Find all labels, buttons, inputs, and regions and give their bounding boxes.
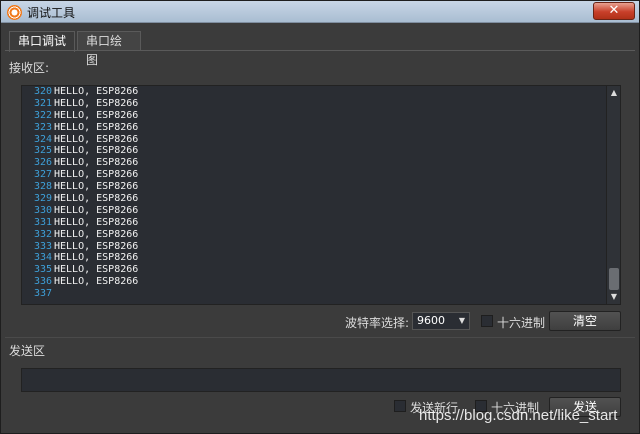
watermark-text: https://blog.csdn.net/like_start bbox=[419, 407, 618, 424]
app-logo-icon bbox=[7, 5, 22, 20]
receive-area-label: 接收区: bbox=[9, 61, 50, 75]
line-number: 325 bbox=[33, 145, 52, 157]
tab-serial-plot[interactable]: 串口绘图 bbox=[77, 31, 141, 67]
send-input[interactable] bbox=[21, 368, 621, 392]
line-text: HELLO, ESP8266 bbox=[54, 204, 139, 216]
scrollbar-thumb[interactable] bbox=[609, 268, 619, 290]
line-number: 320 bbox=[33, 86, 52, 97]
line-text: HELLO, ESP8266 bbox=[54, 109, 139, 121]
line-number: 327 bbox=[33, 169, 52, 181]
scroll-down-arrow-icon[interactable]: ▼ bbox=[608, 291, 620, 303]
receive-lines: 320 HELLO, ESP8266 321 HELLO, ESP8266 322 H… bbox=[24, 86, 138, 300]
line-text: HELLO, ESP8266 bbox=[54, 157, 139, 169]
line-number: 326 bbox=[33, 157, 52, 169]
line-text: HELLO, ESP8266 bbox=[54, 181, 139, 193]
line-text: HELLO, ESP8266 bbox=[54, 121, 139, 133]
clear-button[interactable]: 清空 bbox=[549, 311, 621, 331]
line-number: 337 bbox=[33, 288, 52, 300]
line-text: HELLO, ESP8266 bbox=[54, 216, 139, 228]
receive-line: 327 HELLO, ESP8266 bbox=[24, 169, 138, 181]
receive-line: 333 HELLO, ESP8266 bbox=[24, 241, 138, 253]
line-number: 335 bbox=[33, 264, 52, 276]
receive-line: 321 HELLO, ESP8266 bbox=[24, 98, 138, 110]
line-text: HELLO, ESP8266 bbox=[54, 193, 139, 205]
receive-line: 324 HELLO, ESP8266 bbox=[24, 134, 138, 146]
send-area-label: 发送区 bbox=[9, 344, 46, 358]
line-number: 321 bbox=[33, 97, 52, 109]
scroll-up-arrow-icon[interactable]: ▲ bbox=[608, 87, 620, 99]
tab-panel-divider bbox=[5, 50, 635, 51]
receive-line: 335 HELLO, ESP8266 bbox=[24, 264, 138, 276]
section-divider bbox=[5, 337, 635, 338]
line-number: 329 bbox=[33, 193, 52, 205]
line-text: HELLO, ESP8266 bbox=[54, 276, 139, 288]
receive-line: 320 HELLO, ESP8266 bbox=[24, 86, 138, 98]
receive-line: 332 HELLO, ESP8266 bbox=[24, 229, 138, 241]
line-text: HELLO, ESP8266 bbox=[54, 97, 139, 109]
line-number: 324 bbox=[33, 133, 52, 145]
line-number: 336 bbox=[33, 276, 52, 288]
receive-line: 328 HELLO, ESP8266 bbox=[24, 181, 138, 193]
receive-line: 336 HELLO, ESP8266 bbox=[24, 276, 138, 288]
chevron-down-icon: ▼ bbox=[458, 316, 465, 325]
tab-serial-debug[interactable]: 串口调试 bbox=[9, 31, 75, 52]
hex-receive-checkbox[interactable] bbox=[481, 315, 493, 327]
debug-tool-window: 调试工具 ✕ 串口调试 串口绘图 接收区: 320 HELLO, ESP8266 … bbox=[0, 0, 640, 434]
receive-line: 326 HELLO, ESP8266 bbox=[24, 157, 138, 169]
line-number: 334 bbox=[33, 252, 52, 264]
receive-line: 330 HELLO, ESP8266 bbox=[24, 205, 138, 217]
title-bar[interactable]: 调试工具 ✕ bbox=[1, 1, 639, 23]
receive-line: 334 HELLO, ESP8266 bbox=[24, 252, 138, 264]
line-text: HELLO, ESP8266 bbox=[54, 133, 139, 145]
receive-text-area[interactable]: 320 HELLO, ESP8266 321 HELLO, ESP8266 322 H… bbox=[21, 85, 621, 305]
receive-line: 329 HELLO, ESP8266 bbox=[24, 193, 138, 205]
line-text: HELLO, ESP8266 bbox=[54, 86, 139, 97]
line-text: HELLO, ESP8266 bbox=[54, 169, 139, 181]
line-text: HELLO, ESP8266 bbox=[54, 145, 139, 157]
receive-line: 325 HELLO, ESP8266 bbox=[24, 145, 138, 157]
line-text: HELLO, ESP8266 bbox=[54, 264, 139, 276]
hex-receive-label: 十六进制 bbox=[497, 316, 546, 330]
baud-rate-label: 波特率选择: bbox=[345, 316, 410, 330]
line-number: 332 bbox=[33, 228, 52, 240]
receive-line: 331 HELLO, ESP8266 bbox=[24, 217, 138, 229]
send-newline-checkbox[interactable] bbox=[394, 400, 406, 412]
line-text: HELLO, ESP8266 bbox=[54, 228, 139, 240]
line-text: HELLO, ESP8266 bbox=[54, 240, 139, 252]
baud-rate-value: 9600 bbox=[417, 314, 445, 327]
receive-scrollbar[interactable]: ▲ ▼ bbox=[606, 86, 620, 304]
line-number: 322 bbox=[33, 109, 52, 121]
receive-line: 337 bbox=[24, 288, 138, 300]
line-text: HELLO, ESP8266 bbox=[54, 252, 139, 264]
line-number: 331 bbox=[33, 216, 52, 228]
window-title: 调试工具 bbox=[27, 6, 76, 20]
line-number: 330 bbox=[33, 204, 52, 216]
receive-line: 323 HELLO, ESP8266 bbox=[24, 122, 138, 134]
close-button[interactable]: ✕ bbox=[593, 2, 635, 20]
baud-rate-select[interactable]: 9600 ▼ bbox=[412, 312, 470, 330]
line-number: 328 bbox=[33, 181, 52, 193]
line-number: 333 bbox=[33, 240, 52, 252]
line-number: 323 bbox=[33, 121, 52, 133]
receive-line: 322 HELLO, ESP8266 bbox=[24, 110, 138, 122]
